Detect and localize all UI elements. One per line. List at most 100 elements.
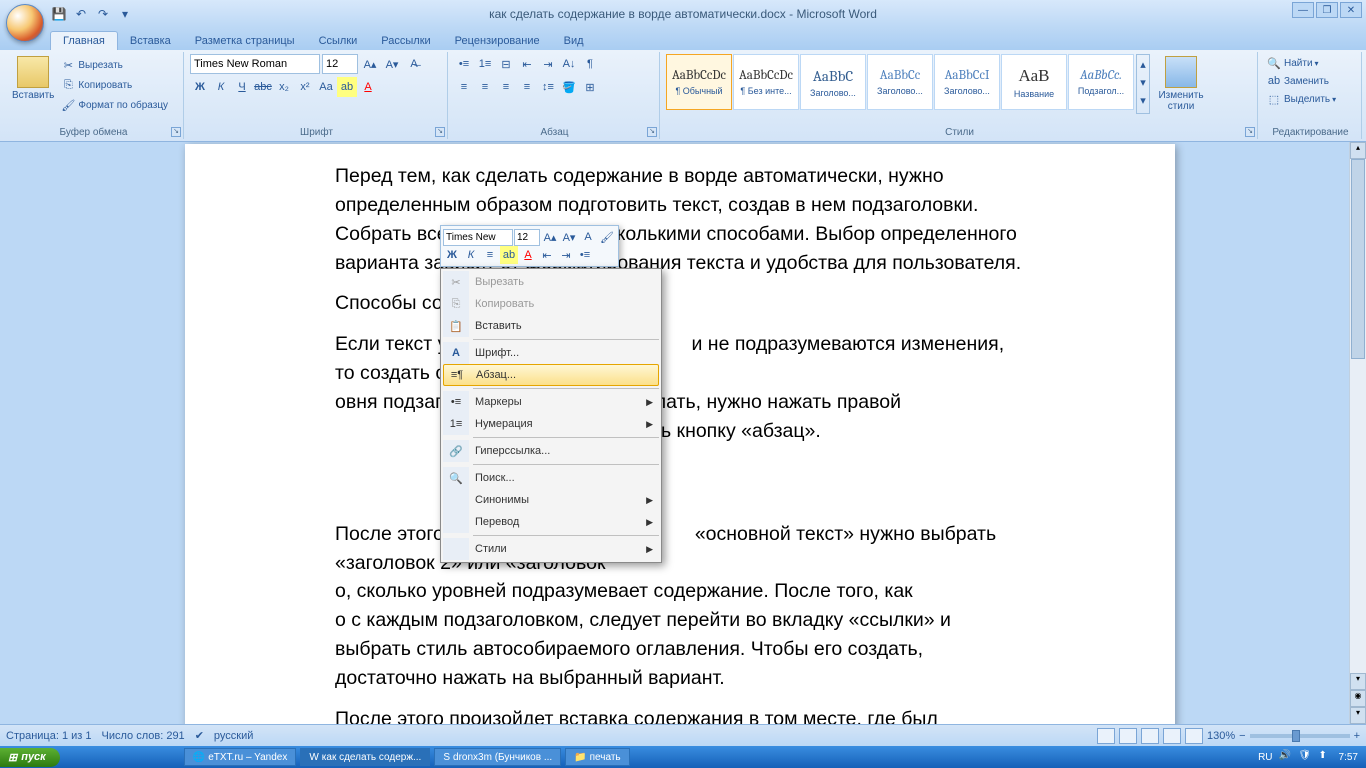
zoom-slider[interactable] — [1250, 734, 1350, 738]
maximize-button[interactable]: ❐ — [1316, 2, 1338, 18]
clipboard-dialog-launcher[interactable]: ↘ — [171, 127, 181, 137]
bold-button[interactable]: Ж — [190, 77, 210, 97]
zoom-thumb[interactable] — [1292, 730, 1300, 742]
cm-copy[interactable]: ⎘Копировать — [443, 293, 659, 315]
mini-size-combo[interactable] — [514, 229, 540, 246]
cm-translate[interactable]: Перевод▶ — [443, 511, 659, 533]
multilevel-list-button[interactable]: ⊟ — [496, 54, 516, 74]
tab-home[interactable]: Главная — [50, 31, 118, 50]
mini-highlight[interactable]: ab — [500, 246, 518, 264]
scroll-down-button[interactable]: ▾ — [1350, 673, 1366, 690]
view-full-screen[interactable] — [1119, 728, 1137, 744]
qat-redo-icon[interactable]: ↷ — [94, 5, 112, 23]
minimize-button[interactable]: ― — [1292, 2, 1314, 18]
cm-numbering[interactable]: 1≡Нумерация▶ — [443, 413, 659, 435]
taskbar-item-browser[interactable]: 🌐eTXT.ru – Yandex — [184, 748, 297, 766]
numbering-button[interactable]: 1≡ — [475, 54, 495, 74]
cm-paste[interactable]: 📋Вставить — [443, 315, 659, 337]
cm-hyperlink[interactable]: 🔗Гиперссылка... — [443, 440, 659, 462]
clear-formatting-button[interactable]: A̶ — [404, 54, 424, 74]
taskbar-item-skype[interactable]: Sdronx3m (Бунчиков ... — [434, 748, 561, 766]
cm-styles[interactable]: Стили▶ — [443, 538, 659, 560]
tray-clock[interactable]: 7:57 — [1339, 752, 1358, 763]
select-button[interactable]: ⬚Выделить▾ — [1264, 90, 1357, 108]
mini-center[interactable]: ≡ — [481, 246, 499, 264]
view-outline[interactable] — [1163, 728, 1181, 744]
increase-indent-button[interactable]: ⇥ — [538, 54, 558, 74]
view-draft[interactable] — [1185, 728, 1203, 744]
cm-bullets[interactable]: •≡Маркеры▶ — [443, 391, 659, 413]
cut-button[interactable]: ✂Вырезать — [58, 56, 170, 74]
mini-increase-indent[interactable]: ⇥ — [557, 246, 575, 264]
scroll-thumb[interactable] — [1351, 159, 1365, 359]
taskbar-item-word[interactable]: Wкак сделать содерж... — [300, 748, 430, 766]
subscript-button[interactable]: x₂ — [274, 77, 294, 97]
bullets-button[interactable]: •≡ — [454, 54, 474, 74]
style-subtitle[interactable]: AaBbCc.Подзагол... — [1068, 54, 1134, 110]
view-web-layout[interactable] — [1141, 728, 1159, 744]
close-button[interactable]: ✕ — [1340, 2, 1362, 18]
cm-cut[interactable]: ✂Вырезать — [443, 271, 659, 293]
qat-customize-icon[interactable]: ▾ — [116, 5, 134, 23]
find-button[interactable]: 🔍Найти▾ — [1264, 54, 1357, 72]
shading-button[interactable]: 🪣 — [559, 77, 579, 97]
document-page[interactable]: Перед тем, как сделать содержание в ворд… — [185, 144, 1175, 724]
highlight-button[interactable]: ab — [337, 77, 357, 97]
tray-volume-icon[interactable]: 🔊 — [1279, 750, 1293, 764]
style-heading2[interactable]: AaBbCcЗаголово... — [867, 54, 933, 110]
superscript-button[interactable]: x² — [295, 77, 315, 97]
tab-insert[interactable]: Вставка — [118, 32, 183, 50]
status-language[interactable]: русский — [214, 730, 253, 742]
paste-button[interactable]: Вставить — [8, 54, 58, 125]
align-center-button[interactable]: ≡ — [475, 77, 495, 97]
mini-format-painter[interactable]: 🖌 — [598, 228, 616, 246]
mini-shrink-font[interactable]: A▾ — [560, 228, 578, 246]
next-page-button[interactable]: ▾ — [1350, 707, 1366, 724]
font-color-button[interactable]: A — [358, 77, 378, 97]
cm-font[interactable]: AШрифт... — [443, 342, 659, 364]
office-button[interactable] — [6, 4, 44, 42]
paragraph-dialog-launcher[interactable]: ↘ — [647, 127, 657, 137]
mini-decrease-indent[interactable]: ⇤ — [538, 246, 556, 264]
font-dialog-launcher[interactable]: ↘ — [435, 127, 445, 137]
status-proofing-icon[interactable]: ✔ — [195, 729, 204, 742]
decrease-indent-button[interactable]: ⇤ — [517, 54, 537, 74]
styles-expand[interactable]: ▾ — [1137, 91, 1149, 109]
styles-gallery[interactable]: AaBbCcDc¶ Обычный AaBbCcDc¶ Без инте... … — [666, 54, 1134, 114]
tab-review[interactable]: Рецензирование — [443, 32, 552, 50]
style-heading1[interactable]: AaBbCЗаголово... — [800, 54, 866, 110]
zoom-in-button[interactable]: + — [1354, 730, 1360, 742]
italic-button[interactable]: К — [211, 77, 231, 97]
align-right-button[interactable]: ≡ — [496, 77, 516, 97]
strikethrough-button[interactable]: abc — [253, 77, 273, 97]
mini-bullets[interactable]: •≡ — [576, 246, 594, 264]
align-left-button[interactable]: ≡ — [454, 77, 474, 97]
start-button[interactable]: ⊞пуск — [0, 748, 60, 767]
vertical-scrollbar[interactable]: ▴ ▾ ◉ ▾ — [1349, 142, 1366, 724]
mini-italic[interactable]: К — [462, 246, 480, 264]
mini-grow-font[interactable]: A▴ — [541, 228, 559, 246]
font-size-combo[interactable] — [322, 54, 358, 74]
grow-font-button[interactable]: A▴ — [360, 54, 380, 74]
style-no-spacing[interactable]: AaBbCcDc¶ Без инте... — [733, 54, 799, 110]
status-page[interactable]: Страница: 1 из 1 — [6, 730, 92, 742]
format-painter-button[interactable]: 🖌Формат по образцу — [58, 96, 170, 114]
view-print-layout[interactable] — [1097, 728, 1115, 744]
tab-page-layout[interactable]: Разметка страницы — [183, 32, 307, 50]
scroll-up-button[interactable]: ▴ — [1350, 142, 1366, 159]
tab-mailings[interactable]: Рассылки — [369, 32, 442, 50]
change-case-button[interactable]: Aa — [316, 77, 336, 97]
justify-button[interactable]: ≡ — [517, 77, 537, 97]
borders-button[interactable]: ⊞ — [580, 77, 600, 97]
status-words[interactable]: Число слов: 291 — [102, 730, 185, 742]
show-marks-button[interactable]: ¶ — [580, 54, 600, 74]
line-spacing-button[interactable]: ↕≡ — [538, 77, 558, 97]
mini-bold[interactable]: Ж — [443, 246, 461, 264]
cm-paragraph[interactable]: ≡¶Абзац... — [443, 364, 659, 386]
style-normal[interactable]: AaBbCcDc¶ Обычный — [666, 54, 732, 110]
mini-font-combo[interactable] — [443, 229, 513, 246]
qat-save-icon[interactable]: 💾 — [50, 5, 68, 23]
prev-page-button[interactable]: ◉ — [1350, 690, 1366, 707]
sort-button[interactable]: A↓ — [559, 54, 579, 74]
styles-scroll-down[interactable]: ▾ — [1137, 73, 1149, 91]
